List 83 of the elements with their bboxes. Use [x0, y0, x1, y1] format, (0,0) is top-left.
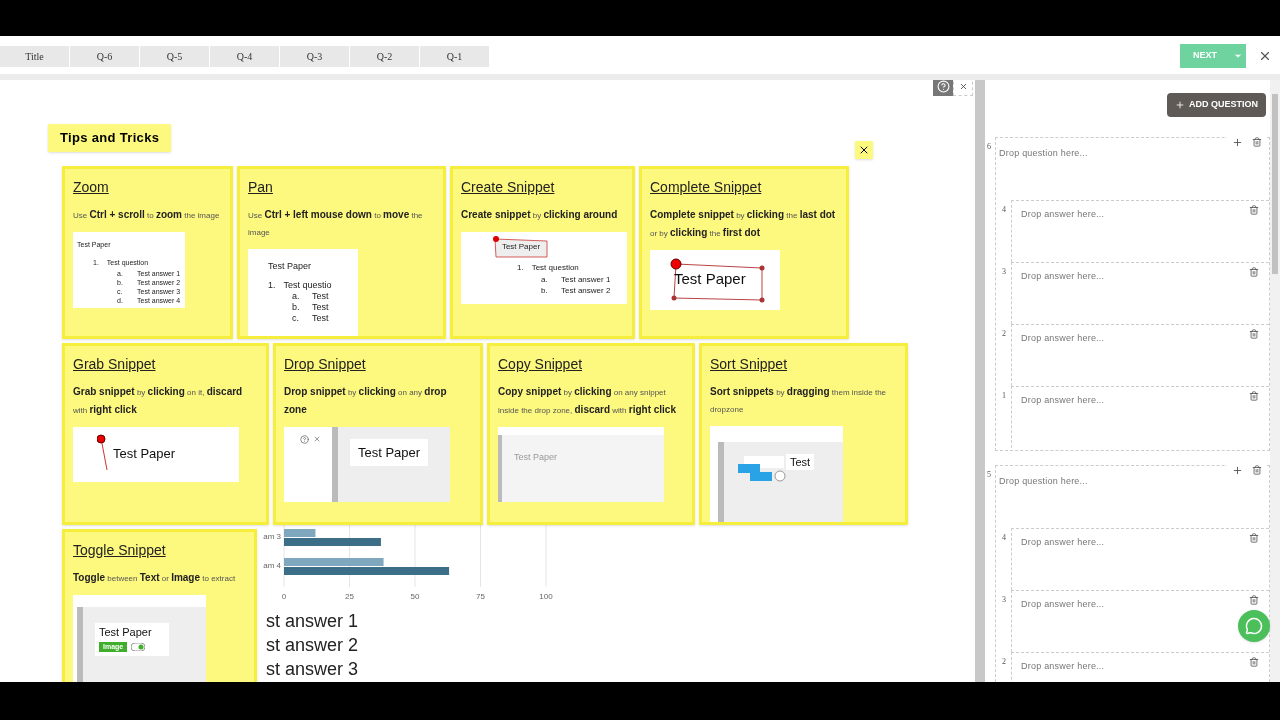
tip-description: Copy snippet by clicking on any snippet inside the drop zone, discard with right click — [498, 384, 677, 417]
answer-text: st answer 1 — [266, 610, 360, 633]
tip-description: Use Ctrl + left mouse down to move the image — [248, 207, 424, 239]
answer-dropzone[interactable]: Drop answer here... — [1011, 262, 1269, 324]
tip-description: Drop snippet by clicking on any drop zone — [284, 384, 448, 417]
paper-title: Test Paper — [514, 451, 558, 462]
question-tab[interactable]: Q-1 — [420, 45, 489, 67]
dropzone-hint: Drop answer here... — [1021, 394, 1105, 407]
question-text: Test questio — [283, 279, 332, 291]
tip-title: Drop Snippet — [284, 354, 367, 374]
tip-title: Grab Snippet — [73, 354, 157, 374]
tip-description: Grab snippet by clicking on it, discard with right click — [73, 384, 244, 417]
add-question-button[interactable]: ADD QUESTION — [1167, 93, 1266, 117]
list-number: 1. — [517, 261, 524, 274]
tip-title: Sort Snippet — [710, 354, 789, 374]
tick-label: 0 — [281, 592, 287, 601]
answer-text: Test answer 2 — [561, 284, 611, 296]
paper-title: Test Paper — [99, 626, 153, 638]
answer-dropzone[interactable]: Drop answer here... — [1011, 324, 1269, 386]
dropzone-hint: Drop answer here... — [1021, 332, 1105, 345]
dropzone-hint: Drop question here... — [999, 475, 1088, 488]
answer-dropzone[interactable]: Drop answer here... — [1011, 528, 1269, 590]
tips-title: Tips and Tricks — [48, 124, 172, 152]
answer-dropzone[interactable]: Drop answer here... — [1011, 652, 1269, 682]
answer-number: 4 — [1002, 532, 1007, 544]
snippet-text: Test — [786, 453, 815, 470]
question-tab[interactable]: Q-3 — [280, 45, 349, 67]
tick-label: 25 — [345, 592, 354, 601]
list-letter: b. — [292, 301, 301, 313]
dropzone-hint: Drop question here... — [999, 147, 1088, 160]
question-number: 6 — [987, 141, 992, 153]
question-tab[interactable]: Q-6 — [70, 45, 139, 67]
answer-number: 2 — [1002, 656, 1007, 668]
answer-number: 3 — [1002, 594, 1007, 606]
tip-description: Toggle between Text or Image to extract — [73, 570, 237, 585]
answer-number: 3 — [1002, 266, 1007, 278]
tip-title: Toggle Snippet — [73, 540, 167, 560]
list-letter: a. — [541, 273, 549, 285]
question-number: 5 — [987, 469, 992, 481]
paper-title: Test Paper — [350, 438, 429, 466]
list-letter: a. — [292, 290, 301, 302]
list-letter: b. — [541, 284, 549, 296]
question-tab[interactable]: Title — [0, 45, 69, 67]
dropzone-hint: Drop answer here... — [1021, 660, 1105, 673]
category-label: am 3 — [263, 532, 281, 541]
paper-title: Test Paper — [113, 445, 176, 464]
answer-number: 1 — [1002, 390, 1007, 402]
dropzone-hint: Drop answer here... — [1021, 598, 1105, 611]
question-tab[interactable]: Q-2 — [350, 45, 419, 67]
list-number: 1. — [268, 279, 276, 291]
dropzone-hint: Drop answer here... — [1021, 536, 1105, 549]
tick-label: 100 — [539, 592, 553, 601]
tick-label: 50 — [410, 592, 420, 601]
tip-title: Create Snippet — [461, 177, 556, 197]
category-label: am 4 — [263, 561, 281, 570]
answer-text: Test answer 1 — [561, 273, 611, 285]
paper-title: Test Paper — [674, 269, 746, 290]
list-letter: c. — [292, 312, 300, 324]
answer-dropzone[interactable]: Drop answer here... — [1011, 200, 1269, 262]
tip-description: Use Ctrl + scroll to zoom the image — [73, 207, 221, 222]
tip-description: Create snippet by clicking around — [461, 207, 619, 222]
answer-number: 2 — [1002, 328, 1007, 340]
tip-title: Copy Snippet — [498, 354, 584, 374]
tip-description: Sort snippets by dragging them inside the dropzone — [710, 384, 888, 416]
answer-text: Test — [312, 312, 329, 324]
tip-description: Complete snippet by clicking the last dot or by clicking the first dot — [650, 207, 837, 240]
answer-text: Test — [312, 301, 329, 313]
answer-text: Test — [312, 290, 329, 302]
answer-text: st answer 2 — [266, 634, 360, 657]
tip-title: Pan — [248, 177, 274, 197]
dropzone-hint: Drop answer here... — [1021, 270, 1105, 283]
answer-text: st answer 3 — [266, 658, 360, 681]
paper-title: Test Paper — [267, 260, 313, 272]
dropzone-hint: Drop answer here... — [1021, 208, 1105, 221]
answer-dropzone[interactable]: Drop answer here... — [1011, 386, 1269, 448]
question-tab[interactable]: Q-5 — [140, 45, 209, 67]
tip-title: Zoom — [73, 177, 110, 197]
paper-title: Test Paper — [501, 240, 541, 253]
tip-title: Complete Snippet — [650, 177, 763, 197]
answer-number: 4 — [1002, 204, 1007, 216]
question-tab[interactable]: Q-4 — [210, 45, 279, 67]
tick-label: 75 — [476, 592, 485, 601]
question-text: Test question — [531, 261, 579, 274]
